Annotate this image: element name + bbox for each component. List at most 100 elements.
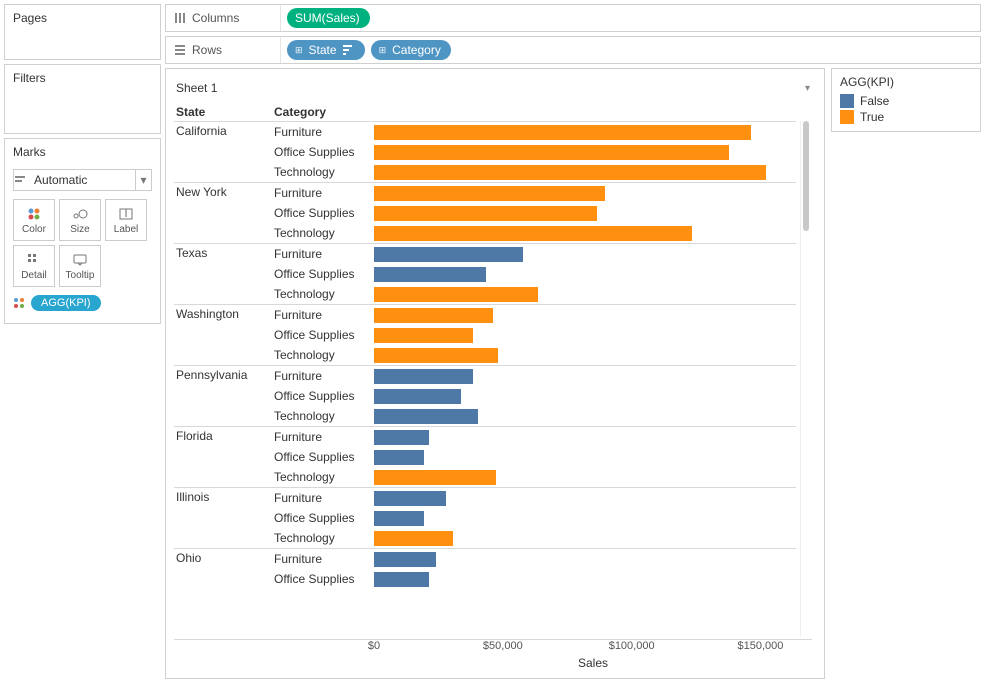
category-label[interactable]: Office Supplies (274, 389, 374, 403)
bar[interactable] (374, 430, 429, 445)
category-label[interactable]: Furniture (274, 247, 374, 261)
bar[interactable] (374, 491, 446, 506)
category-label[interactable]: Office Supplies (274, 511, 374, 525)
category-label[interactable]: Technology (274, 226, 374, 240)
bar[interactable] (374, 531, 453, 546)
pages-shelf[interactable]: Pages (4, 4, 161, 60)
chart-row: Office Supplies (274, 508, 796, 528)
bar[interactable] (374, 572, 429, 587)
legend-item-false[interactable]: False (840, 93, 972, 109)
state-label[interactable]: Ohio (174, 549, 274, 589)
bar[interactable] (374, 247, 523, 262)
category-label[interactable]: Furniture (274, 491, 374, 505)
state-label[interactable]: Washington (174, 305, 274, 365)
chart-row: Furniture (274, 183, 796, 203)
columns-shelf[interactable]: Columns SUM(Sales) (165, 4, 981, 32)
chart-row: Furniture (274, 122, 796, 142)
state-label[interactable]: New York (174, 183, 274, 243)
category-label[interactable]: Furniture (274, 552, 374, 566)
bar[interactable] (374, 308, 493, 323)
marks-size-button[interactable]: Size (59, 199, 101, 241)
bar[interactable] (374, 409, 478, 424)
chart-row: Furniture (274, 549, 796, 569)
category-label[interactable]: Office Supplies (274, 145, 374, 159)
scrollbar-thumb[interactable] (803, 121, 809, 231)
state-label[interactable]: Florida (174, 427, 274, 487)
state-label[interactable]: Illinois (174, 488, 274, 548)
category-label[interactable]: Technology (274, 531, 374, 545)
bar[interactable] (374, 552, 436, 567)
category-label[interactable]: Office Supplies (274, 206, 374, 220)
category-label[interactable]: Technology (274, 287, 374, 301)
bar[interactable] (374, 125, 751, 140)
marks-color-button[interactable]: Color (13, 199, 55, 241)
expand-icon: ⊞ (295, 45, 303, 56)
header-state[interactable]: State (174, 105, 274, 119)
category-label[interactable]: Furniture (274, 186, 374, 200)
chart-row: Technology (274, 528, 796, 548)
category-label[interactable]: Office Supplies (274, 572, 374, 586)
x-tick: $50,000 (483, 640, 523, 652)
filters-shelf[interactable]: Filters (4, 64, 161, 134)
header-category[interactable]: Category (274, 105, 374, 119)
columns-pill-0[interactable]: SUM(Sales) (287, 8, 370, 28)
rows-pill-1[interactable]: ⊞Category (371, 40, 451, 60)
bar[interactable] (374, 206, 597, 221)
chart-row: Furniture (274, 427, 796, 447)
bar[interactable] (374, 145, 729, 160)
pages-title: Pages (5, 5, 160, 31)
bar[interactable] (374, 369, 473, 384)
bar[interactable] (374, 226, 692, 241)
chart-row: Furniture (274, 244, 796, 264)
bar[interactable] (374, 511, 424, 526)
category-label[interactable]: Office Supplies (274, 450, 374, 464)
category-label[interactable]: Technology (274, 165, 374, 179)
state-group: PennsylvaniaFurniture Office Supplies Tech… (174, 365, 796, 426)
category-label[interactable]: Furniture (274, 369, 374, 383)
marks-label-button[interactable]: T Label (105, 199, 147, 241)
bar[interactable] (374, 328, 473, 343)
sheet-title[interactable]: Sheet 1 (176, 81, 217, 95)
marks-tooltip-button[interactable]: Tooltip (59, 245, 101, 287)
category-label[interactable]: Office Supplies (274, 267, 374, 281)
bar[interactable] (374, 450, 424, 465)
chart-row: Office Supplies (274, 569, 796, 589)
category-label[interactable]: Furniture (274, 308, 374, 322)
color-legend[interactable]: AGG(KPI) FalseTrue (831, 68, 981, 132)
category-label[interactable]: Furniture (274, 125, 374, 139)
marks-type-select[interactable]: Automatic ▾ (13, 169, 152, 191)
x-axis-label[interactable]: Sales (174, 654, 812, 670)
bar[interactable] (374, 470, 496, 485)
category-label[interactable]: Technology (274, 348, 374, 362)
chart-row: Technology (274, 284, 796, 304)
chart-row: Furniture (274, 366, 796, 386)
category-label[interactable]: Technology (274, 470, 374, 484)
chart-row: Office Supplies (274, 386, 796, 406)
rows-shelf[interactable]: Rows ⊞State⊞Category (165, 36, 981, 64)
marks-color-assignment[interactable]: AGG(KPI) (5, 291, 160, 315)
bar[interactable] (374, 267, 486, 282)
state-label[interactable]: California (174, 122, 274, 182)
category-label[interactable]: Furniture (274, 430, 374, 444)
chart-row: Technology (274, 162, 796, 182)
bar[interactable] (374, 287, 538, 302)
legend-swatch (840, 110, 854, 124)
category-label[interactable]: Office Supplies (274, 328, 374, 342)
marks-detail-button[interactable]: Detail (13, 245, 55, 287)
chart-row: Technology (274, 406, 796, 426)
chart-scrollbar[interactable] (800, 121, 812, 637)
bar[interactable] (374, 165, 766, 180)
legend-item-true[interactable]: True (840, 109, 972, 125)
title-dropdown-icon[interactable]: ▾ (805, 83, 810, 94)
chart-row: Technology (274, 223, 796, 243)
state-label[interactable]: Pennsylvania (174, 366, 274, 426)
rows-pill-0[interactable]: ⊞State (287, 40, 365, 60)
bar[interactable] (374, 186, 605, 201)
category-label[interactable]: Technology (274, 409, 374, 423)
bar[interactable] (374, 389, 461, 404)
state-label[interactable]: Texas (174, 244, 274, 304)
bar[interactable] (374, 348, 498, 363)
viz-canvas[interactable]: Sheet 1 ▾ State Category CaliforniaFurni… (165, 68, 825, 679)
chart-row: Technology (274, 467, 796, 487)
marks-color-pill[interactable]: AGG(KPI) (31, 295, 101, 311)
